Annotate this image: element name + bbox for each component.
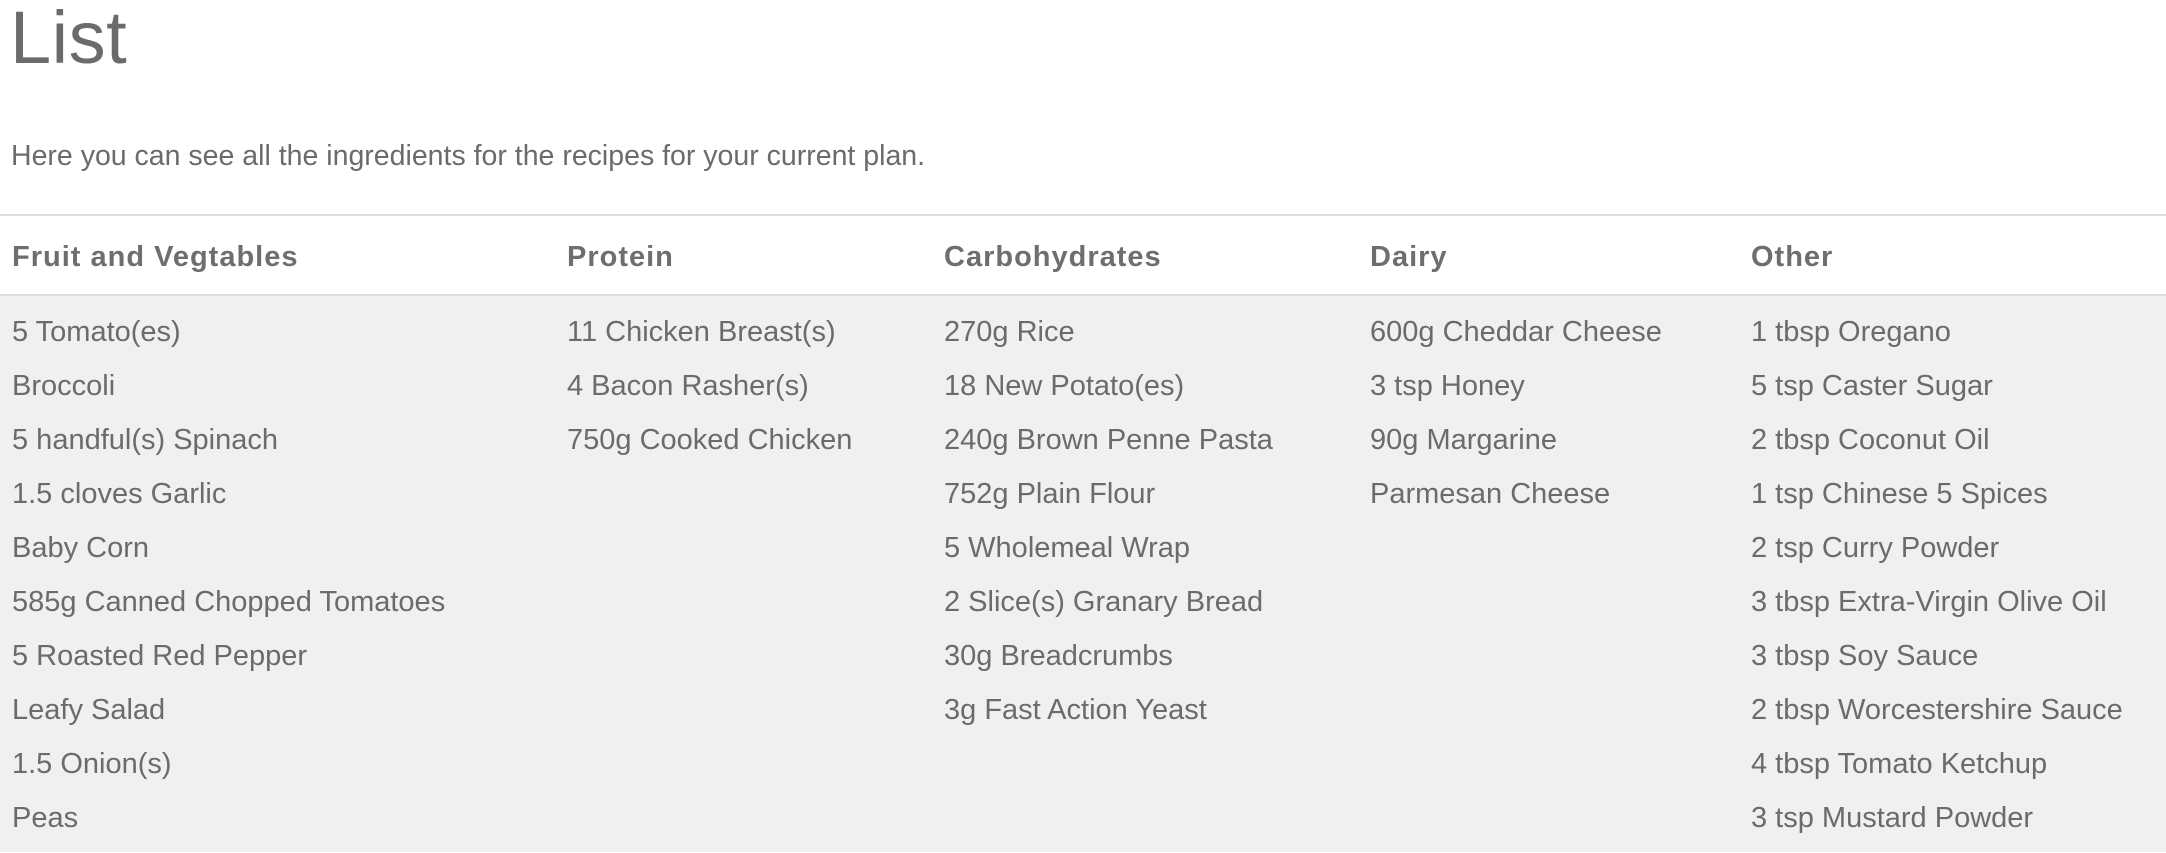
column-header-dairy: Dairy (1370, 241, 1448, 273)
dairy-list: 600g Cheddar Cheese 3 tsp Honey 90g Margar… (1370, 313, 1662, 529)
ingredient-item: Peas (12, 802, 79, 834)
page-title: List (10, 0, 128, 79)
ingredient-item: 585g Canned Chopped Tomatoes (12, 586, 446, 618)
table-header-row: Fruit and Vegtables Protein Carbohydrate… (0, 216, 2166, 296)
carbohydrates-list: 270g Rice 18 New Potato(es) 240g Brown Pen… (944, 313, 1273, 745)
ingredient-item: 4 tbsp Tomato Ketchup (1751, 748, 2048, 780)
ingredient-item: 5 Wholemeal Wrap (944, 532, 1191, 564)
ingredient-item: 5 handful(s) Spinach (12, 424, 278, 456)
ingredient-item: Baby Corn (12, 532, 150, 564)
ingredient-item: 1 tbsp Oregano (1751, 316, 1951, 348)
protein-list: 11 Chicken Breast(s) 4 Bacon Rasher(s) 750… (567, 313, 852, 475)
ingredient-item: 3g Fast Action Yeast (944, 694, 1207, 726)
ingredient-item: Leafy Salad (12, 694, 166, 726)
ingredient-item: 1.5 cloves Garlic (12, 478, 227, 510)
ingredient-item: 240g Brown Penne Pasta (944, 424, 1273, 456)
ingredient-item: 3 tsp Honey (1370, 370, 1525, 402)
ingredient-item: 2 tsp Curry Powder (1751, 532, 2000, 564)
page-intro: Here you can see all the ingredients for… (11, 140, 926, 172)
ingredient-item: 3 tbsp Soy Sauce (1751, 640, 1979, 672)
ingredient-item: 1 tsp Chinese 5 Spices (1751, 478, 2048, 510)
ingredient-item: 3 tbsp Extra-Virgin Olive Oil (1751, 586, 2107, 618)
ingredient-item: 11 Chicken Breast(s) (567, 316, 836, 348)
ingredient-item: 2 tbsp Worcestershire Sauce (1751, 694, 2123, 726)
other-list: 1 tbsp Oregano 5 tsp Caster Sugar 2 tbsp C… (1751, 313, 2123, 853)
column-header-protein: Protein (567, 241, 674, 273)
ingredient-item: 752g Plain Flour (944, 478, 1156, 510)
ingredient-item: 600g Cheddar Cheese (1370, 316, 1662, 348)
ingredient-item: 30g Breadcrumbs (944, 640, 1173, 672)
fruit-and-vegetables-list: 5 Tomato(es) Broccoli 5 handful(s) Spinach… (12, 313, 445, 853)
ingredient-item: 5 Tomato(es) (12, 316, 181, 348)
ingredient-item: 3 tsp Mustard Powder (1751, 802, 2034, 834)
ingredient-item: Parmesan Cheese (1370, 478, 1611, 510)
ingredient-item: Broccoli (12, 370, 116, 402)
ingredient-item: 1.5 Onion(s) (12, 748, 172, 780)
ingredients-table: Fruit and Vegtables Protein Carbohydrate… (0, 214, 2166, 852)
column-header-carbohydrates: Carbohydrates (944, 241, 1162, 273)
ingredient-item: 4 Bacon Rasher(s) (567, 370, 809, 402)
ingredient-item: 2 tbsp Coconut Oil (1751, 424, 1990, 456)
ingredient-item: 750g Cooked Chicken (567, 424, 853, 456)
ingredient-item: 18 New Potato(es) (944, 370, 1185, 402)
ingredient-item: 5 tsp Caster Sugar (1751, 370, 1993, 402)
ingredient-item: 2 Slice(s) Granary Bread (944, 586, 1264, 618)
column-header-other: Other (1751, 241, 1834, 273)
ingredient-item: 270g Rice (944, 316, 1075, 348)
ingredient-item: 90g Margarine (1370, 424, 1557, 456)
column-header-fruit-and-vegetables: Fruit and Vegtables (12, 241, 299, 273)
ingredient-item: 5 Roasted Red Pepper (12, 640, 308, 672)
